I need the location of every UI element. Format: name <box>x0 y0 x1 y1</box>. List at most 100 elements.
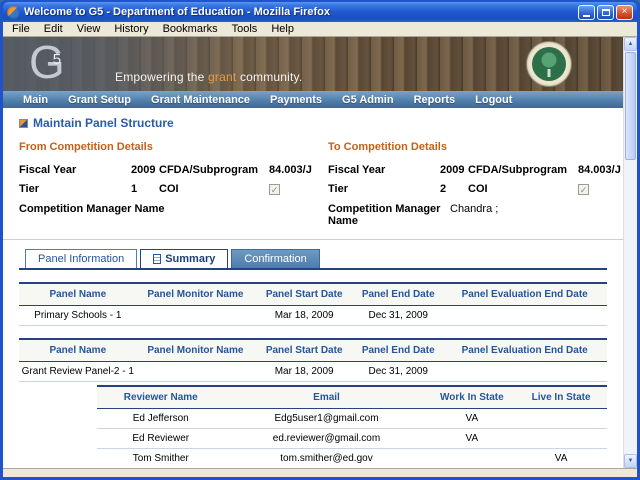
nav-logout[interactable]: Logout <box>465 94 522 106</box>
column-header-email: Email <box>225 386 429 409</box>
menu-history[interactable]: History <box>107 23 155 35</box>
column-header-panel-monitor: Panel Monitor Name <box>137 283 255 306</box>
tab-confirmation[interactable]: Confirmation <box>231 249 319 268</box>
column-header-reviewer-name: Reviewer Name <box>97 386 225 409</box>
cfda-value: 84.003/J <box>578 164 621 176</box>
panel-monitor-cell <box>137 362 255 382</box>
table-row: Ed Reviewer ed.reviewer@gmail.com VA <box>97 429 607 449</box>
eval-end-date-cell <box>442 362 607 382</box>
fiscal-year-value: 2009 <box>131 164 159 176</box>
main-nav-bar: Main Grant Setup Grant Maintenance Payme… <box>3 91 623 108</box>
nav-payments[interactable]: Payments <box>260 94 332 106</box>
coi-checkbox[interactable]: ✓ <box>269 184 280 195</box>
page-title: Maintain Panel Structure <box>33 116 174 130</box>
close-button[interactable]: × <box>616 5 633 20</box>
start-date-cell: Mar 18, 2009 <box>254 306 354 326</box>
menu-view[interactable]: View <box>70 23 108 35</box>
title-bar[interactable]: Welcome to G5 - Department of Education … <box>3 2 637 22</box>
tagline-pre: Empowering the <box>115 70 208 84</box>
table-row: Ed Jefferson Edg5user1@gmail.com VA <box>97 409 607 429</box>
live-in-state-cell <box>515 409 607 429</box>
g5-logo: G 5 <box>29 37 61 87</box>
start-date-cell: Mar 18, 2009 <box>254 362 354 382</box>
fiscal-year-label: Fiscal Year <box>19 164 131 176</box>
column-header-panel-name: Panel Name <box>19 339 137 362</box>
competition-manager-value: Chandra ; <box>450 203 498 215</box>
to-details-grid: Fiscal Year 2009 CFDA/Subprogram 84.003/… <box>328 164 607 195</box>
competition-manager-label: Competition Manager Name <box>328 203 450 227</box>
g5-logo-5: 5 <box>53 51 61 68</box>
coi-label: COI <box>468 183 578 195</box>
column-header-start-date: Panel Start Date <box>254 283 354 306</box>
scrollbar-track[interactable] <box>624 51 637 454</box>
tab-label: Confirmation <box>244 253 306 265</box>
maximize-button[interactable] <box>597 5 614 20</box>
from-details-grid: Fiscal Year 2009 CFDA/Subprogram 84.003/… <box>19 164 298 195</box>
nav-reports[interactable]: Reports <box>404 94 466 106</box>
tier-label: Tier <box>328 183 440 195</box>
table-row: Primary Schools - 1 Mar 18, 2009 Dec 31,… <box>19 306 607 326</box>
page-title-row: Maintain Panel Structure <box>19 116 607 130</box>
column-header-end-date: Panel End Date <box>354 339 442 362</box>
email-cell: Edg5user1@gmail.com <box>225 409 429 429</box>
page-body: Maintain Panel Structure From Competitio… <box>3 108 623 468</box>
tab-label: Panel Information <box>38 253 124 265</box>
nav-grant-maintenance[interactable]: Grant Maintenance <box>141 94 260 106</box>
reviewer-name-cell: Ed Reviewer <box>97 429 225 449</box>
competition-details: From Competition Details Fiscal Year 200… <box>19 141 607 227</box>
work-in-state-cell <box>429 449 516 469</box>
menu-bookmarks[interactable]: Bookmarks <box>156 23 225 35</box>
work-in-state-cell: VA <box>429 429 516 449</box>
seal-tree-icon <box>542 53 557 68</box>
table-row: Tom Smither tom.smither@ed.gov VA <box>97 449 607 469</box>
column-header-start-date: Panel Start Date <box>254 339 354 362</box>
nav-grant-setup[interactable]: Grant Setup <box>58 94 141 106</box>
panel-summary-table-1: Panel Name Panel Monitor Name Panel Star… <box>19 282 607 326</box>
vertical-scrollbar[interactable]: ▲ ▼ <box>623 37 637 468</box>
tagline-highlight: grant <box>208 70 236 84</box>
tagline-post: community. <box>236 70 302 84</box>
g5-banner: G 5 Empowering the grant community. <box>3 37 623 91</box>
menu-bar: File Edit View History Bookmarks Tools H… <box>3 22 637 37</box>
coi-checkbox[interactable]: ✓ <box>578 184 589 195</box>
column-header-live-in-state: Live In State <box>515 386 607 409</box>
status-bar <box>3 468 637 477</box>
nav-main[interactable]: Main <box>13 94 58 106</box>
menu-tools[interactable]: Tools <box>225 23 265 35</box>
banner-tagline: Empowering the grant community. <box>115 70 302 84</box>
header-row: Reviewer Name Email Work In State Live I… <box>97 386 607 409</box>
to-details-title: To Competition Details <box>328 141 607 153</box>
minimize-button[interactable] <box>578 5 595 20</box>
column-header-panel-name: Panel Name <box>19 283 137 306</box>
nav-g5-admin[interactable]: G5 Admin <box>332 94 404 106</box>
end-date-cell: Dec 31, 2009 <box>354 306 442 326</box>
tab-panel-information[interactable]: Panel Information <box>25 249 137 268</box>
panel-structure-icon <box>19 119 28 128</box>
scrollbar-thumb[interactable] <box>625 52 636 160</box>
department-of-education-seal-icon <box>527 42 571 86</box>
header-row: Panel Name Panel Monitor Name Panel Star… <box>19 283 607 306</box>
tier-label: Tier <box>19 183 131 195</box>
cfda-label: CFDA/Subprogram <box>159 164 269 176</box>
live-in-state-cell: VA <box>515 449 607 469</box>
scroll-down-button[interactable]: ▼ <box>624 454 637 468</box>
menu-file[interactable]: File <box>5 23 37 35</box>
cfda-label: CFDA/Subprogram <box>468 164 578 176</box>
column-header-panel-monitor: Panel Monitor Name <box>137 339 255 362</box>
seal-trunk-icon <box>548 69 551 77</box>
panel-name-cell: Grant Review Panel-2 - 1 <box>19 362 137 382</box>
minimize-icon <box>583 15 590 17</box>
tab-summary[interactable]: Summary <box>140 249 228 268</box>
from-details-title: From Competition Details <box>19 141 298 153</box>
menu-help[interactable]: Help <box>264 23 301 35</box>
table-row: Grant Review Panel-2 - 1 Mar 18, 2009 De… <box>19 362 607 382</box>
firefox-icon <box>7 6 20 19</box>
coi-label: COI <box>159 183 269 195</box>
scroll-up-button[interactable]: ▲ <box>624 37 637 51</box>
end-date-cell: Dec 31, 2009 <box>354 362 442 382</box>
fiscal-year-label: Fiscal Year <box>328 164 440 176</box>
window-controls: × <box>578 5 633 20</box>
panel-name-cell: Primary Schools - 1 <box>19 306 137 326</box>
content-viewport: G 5 Empowering the grant community. Main… <box>3 37 637 468</box>
menu-edit[interactable]: Edit <box>37 23 70 35</box>
